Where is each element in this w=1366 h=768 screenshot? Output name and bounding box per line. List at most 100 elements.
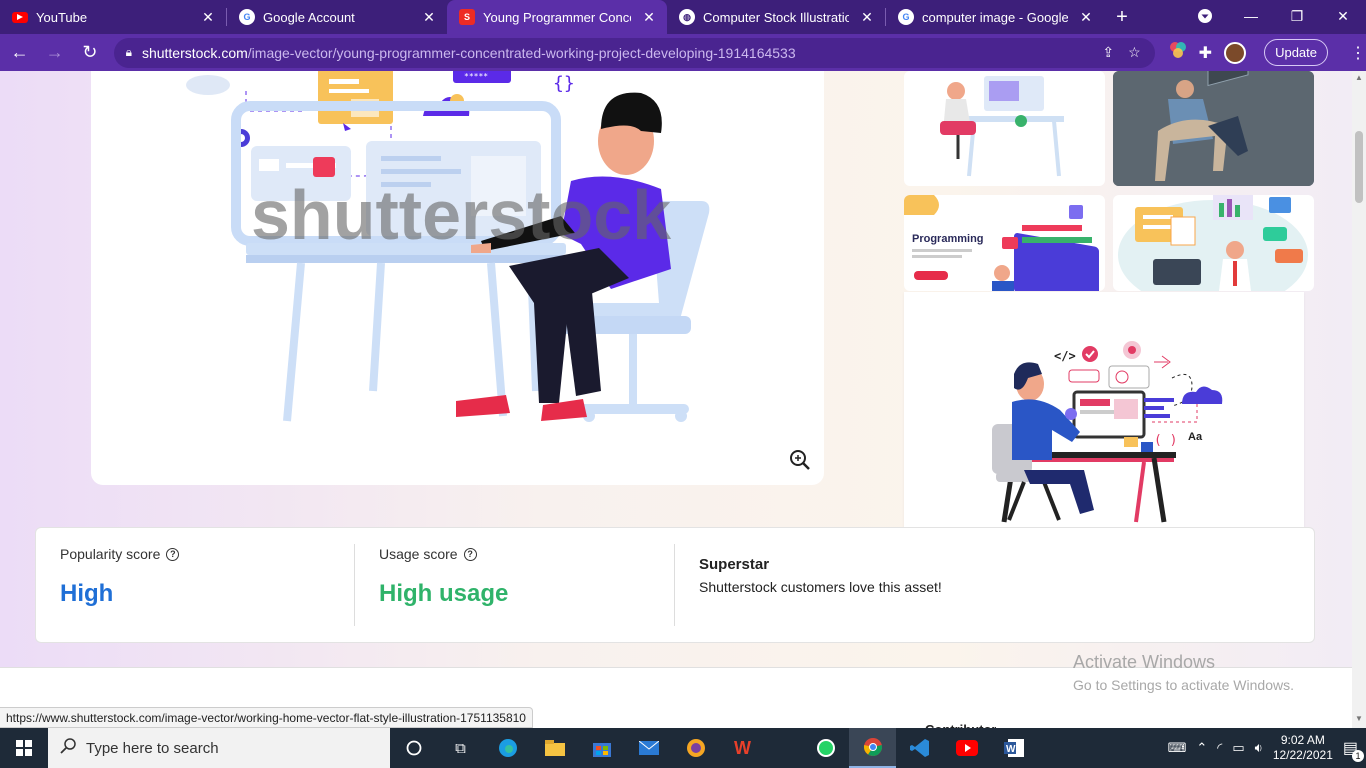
divider	[674, 544, 675, 626]
youtube-app-icon[interactable]	[943, 728, 990, 768]
tab-search-icon[interactable]	[1182, 0, 1228, 32]
tab-young-programmer[interactable]: S Young Programmer Concentr ✕	[447, 0, 667, 34]
close-tab-icon[interactable]: ✕	[421, 9, 437, 26]
minimize-icon[interactable]: —	[1228, 0, 1274, 32]
code-tag-text: </>	[1054, 349, 1076, 363]
superstar-stat: Superstar Shutterstock customers love th…	[699, 556, 942, 595]
related-thumbnail[interactable]	[904, 71, 1105, 186]
popularity-label: Popularity score	[60, 546, 161, 562]
tab-google-search[interactable]: G computer image - Google Se ✕	[886, 0, 1104, 34]
search-placeholder: Type here to search	[86, 739, 219, 757]
reload-icon[interactable]: ↻	[74, 37, 105, 69]
vscode-icon[interactable]	[896, 728, 943, 768]
whatsapp-icon[interactable]	[802, 728, 849, 768]
help-icon[interactable]: ?	[166, 547, 180, 561]
close-tab-icon[interactable]: ✕	[1078, 9, 1094, 26]
clock-time: 9:02 AM	[1280, 733, 1325, 747]
update-button[interactable]: Update	[1264, 39, 1328, 66]
thumbnail-image	[1113, 71, 1314, 186]
preview-illustration: </> ( ) Aa	[992, 341, 1223, 523]
related-thumbnail[interactable]	[1113, 195, 1314, 291]
clock-date: 12/22/2021	[1272, 748, 1333, 762]
toolbar: ← → ↻ 🔒︎ shutterstock.com/image-vector/y…	[0, 34, 1366, 71]
url-host: shutterstock.com	[141, 44, 248, 61]
usage-value: High usage	[379, 580, 509, 607]
new-tab-button[interactable]: +	[1104, 0, 1140, 34]
related-thumbnail[interactable]: Programming	[904, 195, 1105, 291]
battery-icon[interactable]: ▭	[1232, 740, 1244, 756]
edge-icon[interactable]	[484, 728, 531, 768]
tab-computer-stock[interactable]: ◍ Computer Stock Illustrations, ✕	[667, 0, 885, 34]
profile-avatar[interactable]	[1224, 41, 1247, 64]
puzzle-extensions-icon[interactable]: ✚	[1199, 43, 1212, 63]
volume-icon[interactable]: 🔉︎	[1255, 740, 1263, 756]
address-bar[interactable]: 🔒︎ shutterstock.com/image-vector/young-p…	[113, 37, 1155, 68]
taskbar-clock[interactable]: 9:02 AM 12/22/2021	[1273, 733, 1333, 763]
close-window-icon[interactable]: ✕	[1320, 0, 1366, 32]
restore-icon[interactable]: ❐	[1274, 0, 1320, 32]
taskbar-search[interactable]: Type here to search	[48, 728, 390, 768]
mail-icon[interactable]	[625, 728, 672, 768]
extensions-area: ✚ Update ⋮	[1169, 39, 1366, 66]
forward-icon[interactable]: →	[39, 37, 70, 69]
globe-icon: ◍	[679, 9, 695, 25]
google-icon: G	[239, 9, 255, 25]
tab-google-account[interactable]: G Google Account ✕	[227, 0, 447, 34]
brave-icon[interactable]	[672, 728, 719, 768]
chrome-icon[interactable]	[849, 728, 896, 768]
zoom-magnifier-icon[interactable]	[789, 449, 811, 477]
activate-windows-watermark: Activate Windows Go to Settings to activ…	[1073, 652, 1294, 693]
notification-icon[interactable]: ▤ 1	[1343, 738, 1364, 762]
page-scrollbar[interactable]: ▲ ▼	[1352, 71, 1366, 728]
tab-strip: YouTube ✕ G Google Account ✕ S Young Pro…	[0, 0, 1366, 34]
menu-kebab-icon[interactable]: ⋮	[1350, 43, 1366, 63]
tab-title: computer image - Google Se	[922, 9, 1068, 25]
wps-office-icon[interactable]: W	[719, 728, 766, 768]
search-icon	[60, 738, 76, 758]
word-icon[interactable]: W	[990, 728, 1037, 768]
close-tab-icon[interactable]: ✕	[200, 9, 216, 26]
activate-title: Activate Windows	[1073, 652, 1216, 672]
activate-subtitle: Go to Settings to activate Windows.	[1073, 677, 1294, 693]
scroll-up-icon[interactable]: ▲	[1355, 73, 1363, 82]
tab-title: Young Programmer Concentr	[483, 9, 631, 25]
thumbnail-preview-popup[interactable]: </> ( ) Aa	[904, 292, 1304, 566]
color-extension-icon[interactable]	[1169, 41, 1187, 64]
task-view-icon[interactable]: ⧉	[437, 728, 484, 768]
share-icon[interactable]: ⇪	[1102, 44, 1114, 61]
url-path: /image-vector/young-programmer-concentra…	[247, 44, 796, 61]
aa-label: Aa	[1188, 431, 1203, 443]
file-explorer-icon[interactable]	[531, 728, 578, 768]
superstar-text: Shutterstock customers love this asset!	[699, 579, 942, 595]
wifi-icon[interactable]: ◜	[1217, 740, 1222, 756]
close-tab-icon[interactable]: ✕	[641, 9, 657, 26]
help-icon[interactable]: ?	[463, 547, 477, 561]
status-bar-url: https://www.shutterstock.com/image-vecto…	[0, 707, 533, 728]
keyboard-icon[interactable]: ⌨	[1168, 740, 1187, 756]
back-icon[interactable]: ←	[4, 37, 35, 69]
windows-start-icon[interactable]	[0, 728, 48, 768]
cortana-icon[interactable]	[390, 728, 437, 768]
lock-icon: 🔒︎	[125, 45, 132, 59]
related-thumbnail[interactable]	[1113, 71, 1314, 186]
scroll-down-icon[interactable]: ▼	[1355, 714, 1363, 723]
asset-stats-panel: Popularity score? High Usage score? High…	[35, 527, 1315, 643]
usage-stat: Usage score? High usage	[379, 546, 508, 608]
show-hidden-icons-icon[interactable]: ⌃	[1196, 740, 1207, 756]
microsoft-store-icon[interactable]	[578, 728, 625, 768]
scrollbar-thumb[interactable]	[1355, 131, 1363, 203]
tab-title: Computer Stock Illustrations,	[703, 9, 849, 25]
google-icon: G	[898, 9, 914, 25]
main-asset-image[interactable]: ***** {} shutterstock	[91, 71, 824, 485]
svg-text:{}: {}	[553, 73, 575, 94]
bookmark-star-icon[interactable]: ☆	[1128, 44, 1141, 61]
close-tab-icon[interactable]: ✕	[859, 9, 875, 26]
programmer-illustration: ***** {} shutterstock	[186, 71, 710, 422]
usage-label: Usage score	[379, 546, 458, 562]
popularity-value: High	[60, 580, 114, 607]
tab-title: Google Account	[263, 9, 355, 25]
shutterstock-icon: S	[459, 9, 475, 25]
superstar-title: Superstar	[699, 556, 770, 573]
tab-youtube[interactable]: YouTube ✕	[0, 0, 226, 34]
youtube-icon	[12, 11, 28, 23]
